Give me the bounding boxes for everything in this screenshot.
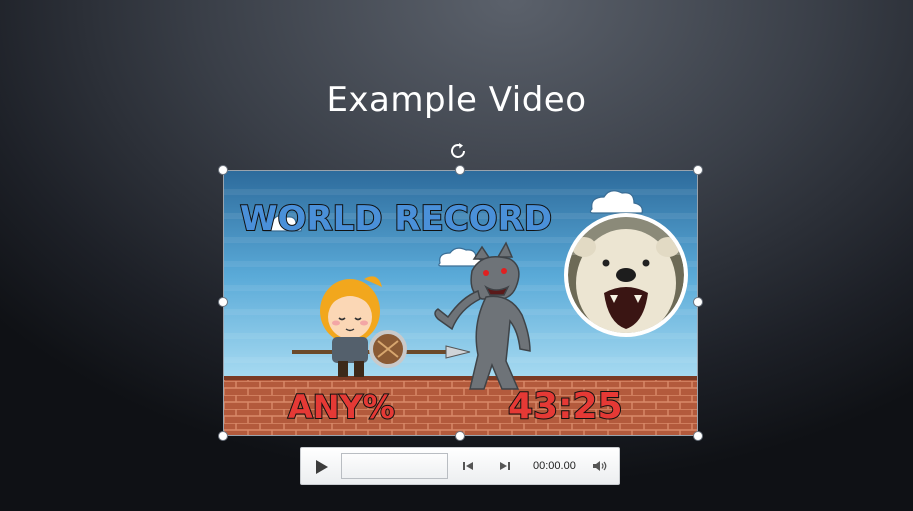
resize-handle-top[interactable]	[455, 165, 465, 175]
headline-text: WORLD RECORD	[240, 199, 552, 239]
resize-handle-left[interactable]	[218, 297, 228, 307]
resize-handle-bottom-right[interactable]	[693, 431, 703, 441]
time-display: 00:00.00	[533, 460, 576, 472]
play-icon[interactable]	[311, 457, 331, 477]
resize-handle-right[interactable]	[693, 297, 703, 307]
video-thumbnail: WORLD RECORD ANY% 43:25	[224, 171, 697, 435]
volume-icon[interactable]	[592, 459, 608, 473]
step-back-icon[interactable]	[461, 459, 475, 473]
seek-bar[interactable]	[341, 453, 448, 479]
step-forward-icon[interactable]	[498, 459, 512, 473]
video-player[interactable]: WORLD RECORD ANY% 43:25	[223, 170, 698, 436]
resize-handle-top-left[interactable]	[218, 165, 228, 175]
category-text: ANY%	[288, 388, 395, 426]
slide-title: Example Video	[326, 80, 587, 120]
resize-handle-bottom-left[interactable]	[218, 431, 228, 441]
rotate-handle-icon[interactable]	[448, 140, 470, 162]
timer-text: 43:25	[508, 386, 623, 427]
resize-handle-top-right[interactable]	[693, 165, 703, 175]
media-controls: 00:00.00	[300, 447, 620, 485]
resize-handle-bottom[interactable]	[455, 431, 465, 441]
